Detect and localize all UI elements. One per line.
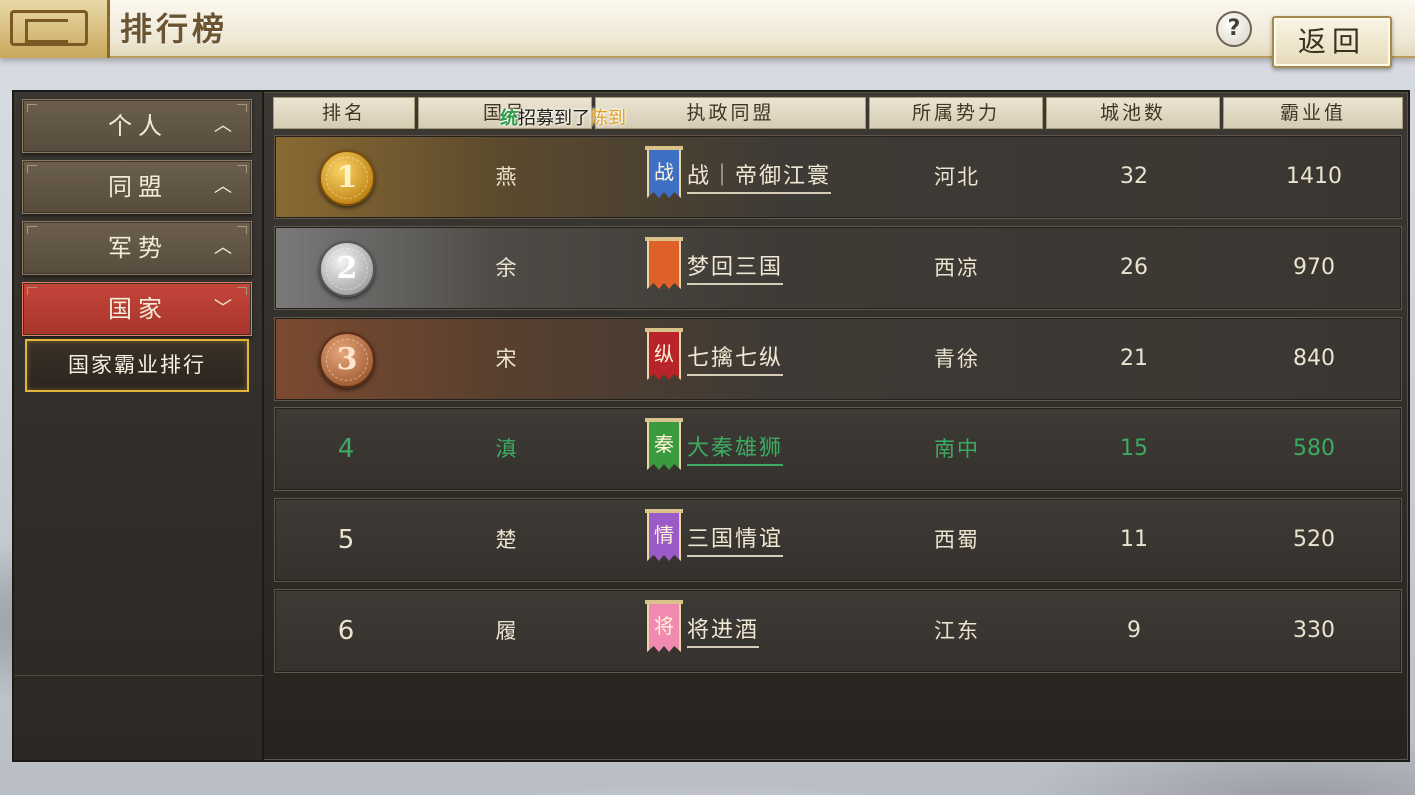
country-name: 楚	[495, 528, 519, 552]
sidebar-item-alliance[interactable]: 同盟 ︿	[22, 160, 252, 214]
column-header-alliance: 执政同盟	[595, 97, 866, 129]
column-header-score: 霸业值	[1223, 97, 1403, 129]
bronze-medal-icon: 3	[319, 332, 375, 388]
sidebar-item-personal[interactable]: 个人 ︿	[22, 99, 252, 153]
country-name: 燕	[495, 165, 519, 189]
banner-flag: 秦	[647, 420, 681, 470]
alliance-banner-icon: 情	[645, 509, 683, 569]
sidebar-item-military[interactable]: 军势 ︿	[22, 221, 252, 275]
city-count: 26	[1120, 255, 1148, 280]
alliance-banner-icon: 将	[645, 600, 683, 660]
country-name: 滇	[495, 437, 519, 461]
sidebar-item-label: 个人	[108, 112, 168, 140]
table-row[interactable]: 1 燕 战战｜帝御江寰 河北 32 1410	[274, 135, 1402, 219]
alliance-banner-icon	[645, 237, 683, 297]
help-button[interactable]: ?	[1216, 11, 1252, 47]
alliance-banner-icon: 战	[645, 146, 683, 206]
table-row[interactable]: 6 履 将将进酒 江东 9 330	[274, 589, 1402, 673]
region-name: 南中	[934, 437, 980, 461]
corner-ornament-icon	[27, 226, 37, 234]
sidebar-item-label: 国家	[108, 295, 168, 323]
table-row[interactable]: 4 滇 秦大秦雄狮 南中 15 580	[274, 407, 1402, 491]
city-count: 15	[1120, 436, 1148, 461]
notice-text: 招募到了	[518, 108, 590, 129]
corner-ornament-icon	[27, 165, 37, 173]
chevron-up-icon: ︿	[214, 115, 232, 136]
corner-ornament-icon	[27, 287, 37, 295]
corner-ornament-icon	[237, 287, 247, 295]
chevron-up-icon: ︿	[214, 176, 232, 197]
hegemony-score: 330	[1293, 618, 1335, 643]
header-ornament	[0, 0, 110, 58]
hegemony-score: 520	[1293, 527, 1335, 552]
chevron-up-icon: ︿	[214, 237, 232, 258]
silver-medal-icon: 2	[319, 241, 375, 297]
notice-hero-name: 陈到	[590, 108, 626, 129]
header-bar: 排行榜 ? 返回	[0, 0, 1415, 68]
table-row[interactable]: 3 宋 纵七擒七纵 青徐 21 840	[274, 317, 1402, 401]
banner-flag: 战	[647, 148, 681, 198]
region-name: 河北	[934, 165, 980, 189]
banner-pole	[645, 418, 683, 422]
corner-ornament-icon	[237, 165, 247, 173]
banner-flag	[647, 239, 681, 289]
rank-number: 5	[337, 525, 355, 555]
city-count: 21	[1120, 346, 1148, 371]
alliance-name-link[interactable]: 三国情谊	[687, 523, 784, 557]
sidebar-item-country[interactable]: 国家 ﹀	[22, 282, 252, 336]
city-count: 32	[1120, 164, 1148, 189]
banner-flag: 情	[647, 511, 681, 561]
country-name: 履	[495, 619, 519, 643]
column-header-rank: 排名	[273, 97, 415, 129]
region-name: 西凉	[934, 256, 980, 280]
banner-pole	[645, 509, 683, 513]
corner-ornament-icon	[27, 104, 37, 112]
region-name: 青徐	[934, 347, 980, 371]
hegemony-score: 1410	[1286, 164, 1342, 189]
rank-number: 4	[337, 434, 355, 464]
alliance-name-link[interactable]: 将进酒	[687, 614, 760, 648]
country-name: 余	[495, 256, 519, 280]
banner-pole	[645, 237, 683, 241]
city-count: 11	[1120, 527, 1148, 552]
sidebar-subitem-country-hegemony[interactable]: 国家霸业排行	[25, 339, 249, 392]
alliance-banner-icon: 纵	[645, 328, 683, 388]
region-name: 江东	[934, 619, 980, 643]
chevron-down-icon: ﹀	[214, 298, 232, 319]
alliance-name-link[interactable]: 大秦雄狮	[687, 432, 784, 466]
hegemony-score: 840	[1293, 346, 1335, 371]
page-title: 排行榜	[120, 10, 229, 48]
alliance-name-link[interactable]: 七擒七纵	[687, 342, 784, 376]
corner-ornament-icon	[237, 226, 247, 234]
banner-pole	[645, 146, 683, 150]
column-header-region: 所属势力	[869, 97, 1043, 129]
sidebar-item-label: 军势	[108, 234, 168, 262]
banner-flag: 将	[647, 602, 681, 652]
alliance-name-link[interactable]: 战｜帝御江寰	[687, 160, 832, 194]
gold-medal-icon: 1	[319, 150, 375, 206]
region-name: 西蜀	[934, 528, 980, 552]
recruit-notice: 统招募到了陈到	[500, 106, 626, 132]
table-row[interactable]: 2 余 梦回三国 西凉 26 970	[274, 226, 1402, 310]
country-name: 宋	[495, 347, 519, 371]
alliance-name-link[interactable]: 梦回三国	[687, 251, 784, 285]
hegemony-score: 970	[1293, 255, 1335, 280]
alliance-banner-icon: 秦	[645, 418, 683, 478]
fret-pattern-icon	[10, 10, 88, 46]
column-header-cities: 城池数	[1046, 97, 1220, 129]
city-count: 9	[1127, 618, 1141, 643]
banner-flag: 纵	[647, 330, 681, 380]
back-button[interactable]: 返回	[1272, 16, 1392, 68]
hegemony-score: 580	[1293, 436, 1335, 461]
notice-icon: 统	[500, 108, 518, 129]
corner-ornament-icon	[237, 104, 247, 112]
rank-number: 6	[337, 616, 355, 646]
banner-pole	[645, 328, 683, 332]
sidebar-item-label: 同盟	[108, 173, 168, 201]
table-row[interactable]: 5 楚 情三国情谊 西蜀 11 520	[274, 498, 1402, 582]
sidebar-divider	[14, 675, 264, 676]
banner-pole	[645, 600, 683, 604]
